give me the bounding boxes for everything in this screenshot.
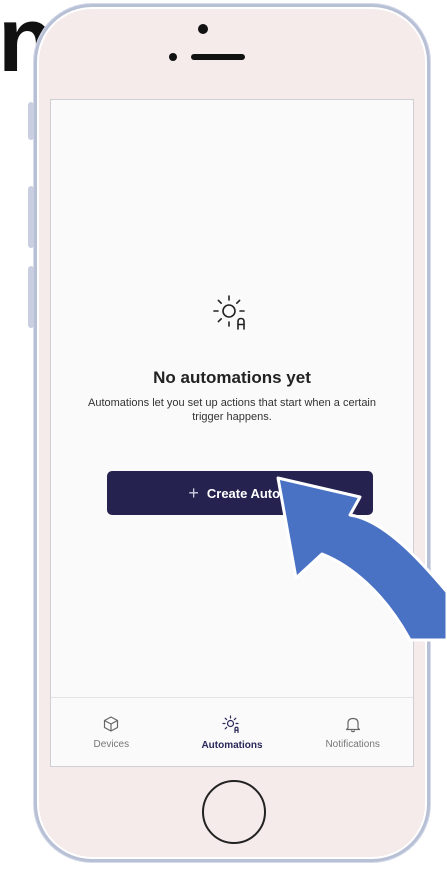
create-automation-label: Create Autom — [206, 485, 292, 501]
tab-notifications[interactable]: Notifications — [292, 698, 413, 766]
sun-automation-icon — [222, 714, 239, 733]
cube-icon — [104, 715, 119, 732]
volume-up-button — [28, 186, 34, 248]
front-camera — [198, 24, 208, 34]
bell-icon — [345, 717, 360, 732]
home-button[interactable] — [202, 780, 266, 844]
bottom-tab-bar: Devices Automations Notifications — [51, 697, 413, 766]
earpiece-speaker — [191, 54, 245, 60]
empty-state-title: No automations yet — [153, 368, 311, 387]
tab-automations-label: Automations — [201, 739, 263, 751]
create-automation-button[interactable]: + Create Autom — [107, 471, 373, 515]
sun-automation-icon — [213, 295, 245, 330]
silent-switch — [28, 102, 34, 140]
empty-state-description: Automations let you set up actions that … — [88, 397, 376, 423]
tab-devices-label: Devices — [93, 738, 130, 750]
screenshot-stage: n No automations yet Automations let you… — [0, 0, 447, 871]
tab-devices[interactable]: Devices — [51, 698, 172, 766]
volume-down-button — [28, 266, 34, 328]
empty-state: No automations yet Automations let you s… — [51, 290, 413, 424]
plus-icon: + — [188, 482, 199, 503]
tab-notifications-label: Notifications — [325, 738, 380, 750]
proximity-sensor — [169, 53, 177, 61]
app-screen: No automations yet Automations let you s… — [50, 99, 414, 767]
tab-automations[interactable]: Automations — [172, 698, 293, 766]
